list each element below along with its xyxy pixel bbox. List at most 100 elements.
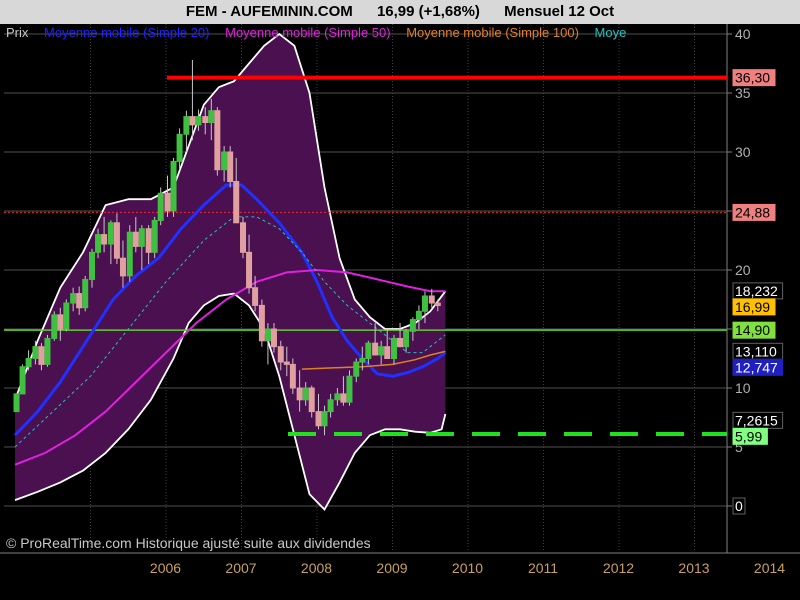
candle-body xyxy=(227,151,234,182)
copyright-note: © ProRealTime.com Historique ajusté suit… xyxy=(6,535,371,551)
price-label: 24,88 xyxy=(735,204,770,220)
candle-body xyxy=(202,116,209,123)
y-tick-label: 40 xyxy=(735,26,751,42)
candle-body xyxy=(308,387,315,413)
candle-body xyxy=(113,222,120,259)
price-label: 14,90 xyxy=(735,322,770,338)
x-tick-label: 2008 xyxy=(301,560,332,576)
legend-item-sma100: Moyenne mobile (Simple 100) xyxy=(406,25,579,40)
x-tick-label: 2007 xyxy=(225,560,256,576)
legend-item-sma20: Moyenne mobile (Simple 20) xyxy=(44,25,210,40)
candle-body xyxy=(384,346,391,360)
candle-body xyxy=(157,192,164,221)
candle-body xyxy=(434,302,441,307)
price-label: 18,232 xyxy=(735,283,778,299)
candle-body xyxy=(138,228,145,247)
legend-item-moye: Moye xyxy=(594,25,627,40)
candle-body xyxy=(289,363,296,389)
candle-body xyxy=(334,393,341,401)
price-chart[interactable]: 0510152025303540200620072008200920102011… xyxy=(0,0,800,600)
legend-item-sma50: Moyenne mobile (Simple 50) xyxy=(225,25,391,40)
candle-body xyxy=(409,319,416,332)
y-tick-label: 30 xyxy=(735,144,751,160)
candle-body xyxy=(82,278,89,309)
candle-body xyxy=(25,358,32,368)
x-tick-label: 2006 xyxy=(150,560,181,576)
chart-title-bar: FEM - AUFEMININ.COM 16,99 (+1,68%) Mensu… xyxy=(0,0,800,24)
candle-body xyxy=(13,393,20,413)
candle-body xyxy=(415,310,422,321)
x-tick-label: 2009 xyxy=(376,560,407,576)
candle-body xyxy=(132,231,139,247)
candle-body xyxy=(397,337,404,348)
candle-body xyxy=(283,361,290,365)
price-label: 16,99 xyxy=(735,299,770,315)
candle-body xyxy=(277,346,284,363)
candle-body xyxy=(19,366,26,395)
candle-body xyxy=(372,342,379,356)
x-tick-label: 2014 xyxy=(754,560,785,576)
candle-body xyxy=(296,387,303,401)
x-tick-label: 2011 xyxy=(528,560,558,576)
candle-body xyxy=(107,222,114,245)
candle-body xyxy=(264,328,271,342)
candle-body xyxy=(346,375,353,403)
candle-body xyxy=(126,231,133,277)
candle-body xyxy=(51,314,58,339)
candle-body xyxy=(359,358,366,363)
price-label: 13,110 xyxy=(735,343,777,359)
period-label: Mensuel 12 Oct xyxy=(504,3,615,20)
candle-body xyxy=(32,346,39,360)
y-tick-label: 10 xyxy=(735,380,751,396)
price-label: 7,2615 xyxy=(735,412,778,428)
candle-body xyxy=(252,287,259,306)
legend: Prix Moyenne mobile (Simple 20) Moyenne … xyxy=(6,25,726,40)
candle-body xyxy=(214,110,221,171)
candle-body xyxy=(164,192,171,212)
candle-body xyxy=(195,116,202,126)
price-label: 5,99 xyxy=(735,428,762,444)
candle-body xyxy=(340,393,347,403)
candle-body xyxy=(95,234,102,253)
candle-body xyxy=(428,295,435,304)
candle-body xyxy=(151,219,158,253)
candle-body xyxy=(208,110,215,123)
candle-body xyxy=(38,346,45,365)
candle-body xyxy=(101,234,108,245)
candle-body xyxy=(233,181,240,224)
candle-body xyxy=(119,257,126,277)
candle-body xyxy=(353,361,360,377)
candle-body xyxy=(403,330,410,348)
candle-body xyxy=(378,346,385,356)
candle-body xyxy=(327,399,334,413)
candle-body xyxy=(170,160,177,212)
candle-body xyxy=(258,304,265,342)
candle-body xyxy=(44,337,51,365)
candle-body xyxy=(270,328,277,348)
candle-body xyxy=(246,251,253,289)
candle-body xyxy=(315,411,322,427)
x-tick-label: 2012 xyxy=(603,560,634,576)
y-tick-label: 20 xyxy=(735,262,751,278)
candle-body xyxy=(145,228,152,253)
legend-item-price: Prix xyxy=(6,25,29,40)
candle-body xyxy=(189,116,196,126)
candle-body xyxy=(421,295,428,312)
candle-body xyxy=(70,293,77,304)
candle-body xyxy=(365,342,372,360)
candle-body xyxy=(89,251,96,280)
candle-body xyxy=(176,133,183,162)
price-label: 0 xyxy=(735,498,743,514)
candle-body xyxy=(240,222,247,253)
symbol-label: FEM - AUFEMININ.COM xyxy=(185,3,353,20)
candle-body xyxy=(321,411,328,427)
candle-body xyxy=(302,387,309,401)
x-tick-label: 2013 xyxy=(678,560,709,576)
candle-body xyxy=(391,337,398,360)
candle-body xyxy=(183,116,190,135)
price-label: 12,747 xyxy=(735,359,778,375)
candle-body xyxy=(221,151,228,171)
bollinger-band-fill xyxy=(15,34,446,510)
candle-body xyxy=(57,314,64,330)
price-change-label: 16,99 (+1,68%) xyxy=(376,3,480,20)
